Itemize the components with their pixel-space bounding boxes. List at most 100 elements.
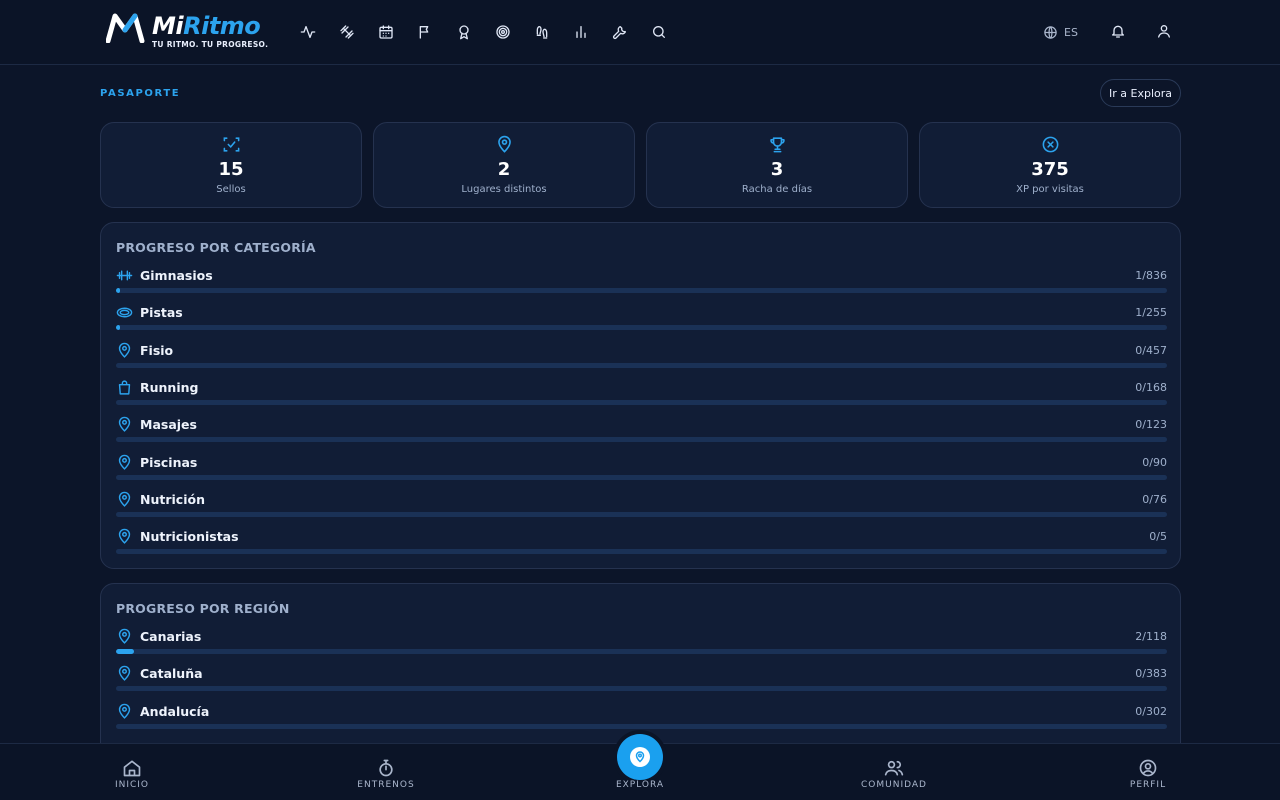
- bottom-nav-label: INICIO: [114, 780, 150, 790]
- bottom-nav-label: PERFIL: [1129, 780, 1167, 790]
- progress-track: [116, 400, 1167, 405]
- xp-icon: [1041, 135, 1060, 154]
- bottom-nav-label: ENTRENOS: [357, 780, 415, 790]
- progress-fill: [116, 288, 121, 293]
- progress-track: [116, 288, 1167, 293]
- map-pin-icon: [630, 747, 650, 767]
- category-name: Nutrición: [140, 492, 205, 507]
- category-row-masajes[interactable]: Masajes 0/123: [116, 415, 1167, 445]
- logo-title: MiRitmo: [152, 12, 261, 40]
- map-pin-icon: [116, 528, 133, 545]
- logo-mark-icon: [106, 13, 145, 43]
- logo[interactable]: MiRitmo TU RITMO. TU PROGRESO.: [106, 12, 269, 53]
- stat-card-stamps: 15 Sellos: [100, 122, 362, 208]
- category-count: 1/836: [1135, 269, 1167, 282]
- map-pin-icon: [116, 454, 133, 471]
- region-name: Canarias: [140, 629, 202, 644]
- map-pin-icon: [116, 416, 133, 433]
- progress-track: [116, 363, 1167, 368]
- bottom-nav-inicio[interactable]: INICIO: [77, 744, 187, 800]
- region-row-cataluna[interactable]: Cataluña 0/383: [116, 664, 1167, 694]
- stat-card-places: 2 Lugares distintos: [373, 122, 635, 208]
- search-icon[interactable]: [647, 20, 671, 44]
- calendar-icon[interactable]: [374, 20, 398, 44]
- user-icon[interactable]: [1156, 23, 1172, 39]
- top-bar: MiRitmo TU RITMO. TU PROGRESO. ES: [0, 0, 1280, 65]
- go-to-explore-button[interactable]: Ir a Explora: [1100, 79, 1181, 107]
- category-row-nutricionistas[interactable]: Nutricionistas 0/5: [116, 527, 1167, 557]
- category-count: 0/457: [1135, 344, 1167, 357]
- category-count: 0/90: [1142, 456, 1167, 469]
- wrench-icon[interactable]: [608, 20, 632, 44]
- panel-title: PROGRESO POR REGIÓN: [116, 601, 290, 616]
- stat-label: Sellos: [216, 184, 246, 195]
- category-name: Masajes: [140, 417, 197, 432]
- category-count: 0/168: [1135, 381, 1167, 394]
- region-name: Cataluña: [140, 666, 203, 681]
- activity-icon[interactable]: [296, 20, 320, 44]
- panel-title: PROGRESO POR CATEGORÍA: [116, 240, 316, 255]
- language-code: ES: [1064, 25, 1078, 39]
- logo-tagline: TU RITMO. TU PROGRESO.: [152, 40, 269, 49]
- bar-chart-icon[interactable]: [569, 20, 593, 44]
- dumbbell-icon[interactable]: [335, 20, 359, 44]
- flag-icon[interactable]: [413, 20, 437, 44]
- bottom-nav-perfil[interactable]: PERFIL: [1093, 744, 1203, 800]
- stat-value: 3: [770, 159, 784, 180]
- category-row-nutricion[interactable]: Nutrición 0/76: [116, 490, 1167, 520]
- region-row-canarias[interactable]: Canarias 2/118: [116, 627, 1167, 657]
- category-row-piscinas[interactable]: Piscinas 0/90: [116, 453, 1167, 483]
- stat-label: Racha de días: [741, 184, 813, 195]
- region-name: Andalucía: [140, 704, 210, 719]
- progress-track: [116, 724, 1167, 729]
- track-icon: [116, 304, 133, 321]
- progress-track: [116, 437, 1167, 442]
- category-row-running[interactable]: Running 0/168: [116, 378, 1167, 408]
- footprints-icon[interactable]: [530, 20, 554, 44]
- progress-track: [116, 475, 1167, 480]
- target-icon[interactable]: [491, 20, 515, 44]
- home-icon: [122, 758, 142, 778]
- bell-icon[interactable]: [1110, 23, 1126, 39]
- shopping-bag-icon: [116, 379, 133, 396]
- region-row-andalucia[interactable]: Andalucía 0/302: [116, 702, 1167, 732]
- progress-track: [116, 325, 1167, 330]
- language-selector[interactable]: ES: [1043, 22, 1078, 42]
- bottom-nav-label: COMUNIDAD: [861, 780, 927, 790]
- region-count: 0/383: [1135, 667, 1167, 680]
- stopwatch-icon: [376, 758, 396, 778]
- progress-track: [116, 686, 1167, 691]
- award-icon[interactable]: [452, 20, 476, 44]
- progress-track: [116, 512, 1167, 517]
- category-name: Fisio: [140, 343, 174, 358]
- user-circle-icon: [1138, 758, 1158, 778]
- category-count: 0/123: [1135, 418, 1167, 431]
- category-progress-panel: PROGRESO POR CATEGORÍA Gimnasios 1/836 P…: [100, 222, 1181, 569]
- stat-card-streak: 3 Racha de días: [646, 122, 908, 208]
- header-nav: [296, 20, 686, 44]
- bottom-nav-label-explora[interactable]: EXPLORA: [585, 780, 695, 790]
- stamp-check-icon: [222, 135, 241, 154]
- category-row-pistas[interactable]: Pistas 1/255: [116, 303, 1167, 333]
- dumbbell-icon: [116, 267, 133, 284]
- category-name: Gimnasios: [140, 268, 213, 283]
- category-row-fisio[interactable]: Fisio 0/457: [116, 341, 1167, 371]
- progress-fill: [116, 649, 134, 654]
- globe-icon: [1043, 25, 1058, 40]
- stat-value: 15: [218, 159, 244, 180]
- category-row-gimnasios[interactable]: Gimnasios 1/836: [116, 266, 1167, 296]
- category-name: Piscinas: [140, 455, 198, 470]
- bottom-nav-entrenos[interactable]: ENTRENOS: [331, 744, 441, 800]
- category-name: Running: [140, 380, 199, 395]
- map-pin-icon: [116, 665, 133, 682]
- explore-fab-button[interactable]: [617, 734, 663, 780]
- progress-fill: [116, 325, 121, 330]
- progress-track: [116, 549, 1167, 554]
- stat-label: XP por visitas: [1016, 184, 1084, 195]
- trophy-icon: [768, 135, 787, 154]
- bottom-nav-comunidad[interactable]: COMUNIDAD: [839, 744, 949, 800]
- category-count: 1/255: [1135, 306, 1167, 319]
- stat-value: 2: [497, 159, 511, 180]
- stat-card-xp: 375 XP por visitas: [919, 122, 1181, 208]
- users-icon: [884, 758, 904, 778]
